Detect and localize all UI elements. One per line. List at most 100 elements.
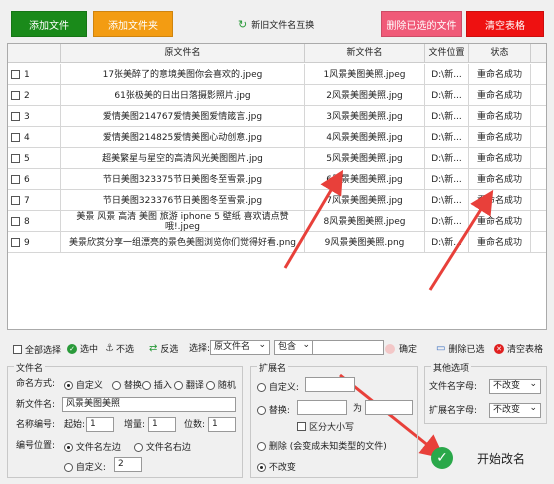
row-select-cell[interactable]: 4 <box>8 127 61 148</box>
pos-right-radio[interactable]: 文件名右边 <box>134 440 191 453</box>
row-number: 3 <box>24 111 30 122</box>
select-all-box[interactable] <box>13 345 22 354</box>
ext-keep-label: 不改变 <box>268 463 296 473</box>
pos-custom-radio[interactable]: 自定义: <box>64 460 106 473</box>
new-name-input[interactable]: 风景美图美照 <box>62 397 236 412</box>
add-folder-button[interactable]: 添加文件夹 <box>93 11 173 37</box>
row-number: 5 <box>24 153 30 164</box>
extension-group: 扩展名 自定义: 替换: 为 区分大小写 删除 (会变成未知类型的文件) 不改变 <box>250 361 418 478</box>
status-cell: 重命名成功 <box>469 211 531 232</box>
ext-case-select[interactable]: 不改变 <box>489 403 541 418</box>
pos-left-radio[interactable]: 文件名左边 <box>64 440 121 453</box>
status-cell: 重命名成功 <box>469 64 531 85</box>
add-file-button[interactable]: 添加文件 <box>11 11 87 37</box>
row-select-cell[interactable]: 7 <box>8 190 61 211</box>
select-button[interactable]: ✓ 选中 <box>67 342 98 355</box>
mode-replace-radio[interactable]: 替换 <box>112 378 142 391</box>
select-all-checkbox[interactable]: 全部选择 <box>13 343 61 356</box>
table-row[interactable]: 4 爱情美图214825爱情美图心动创意.jpg 4风景美图美照.jpg D:\新..… <box>8 127 546 148</box>
col-original-name[interactable]: 原文件名 <box>61 44 305 63</box>
table-row[interactable]: 6 节日美图323375节日美图冬至雪景.jpg 6风景美图美照.jpg D:\新..… <box>8 169 546 190</box>
start-input[interactable]: 1 <box>86 417 114 432</box>
col-location[interactable]: 文件位置 <box>425 44 469 63</box>
row-number: 6 <box>24 174 30 185</box>
original-name-cell: 美景 风景 高清 美图 旅游 iphone 5 壁纸 喜欢请点赞哦!.jpeg <box>61 211 305 232</box>
clear-table-button[interactable]: 清空表格 <box>466 11 544 37</box>
row-select-cell[interactable]: 6 <box>8 169 61 190</box>
delete-selected-button[interactable]: ▭ 删除已选 <box>436 342 484 355</box>
location-cell: D:\新... <box>425 64 469 85</box>
name-case-select[interactable]: 不改变 <box>489 379 541 394</box>
new-name-cell: 8风景美图美照.jpeg <box>305 211 425 232</box>
row-checkbox[interactable] <box>11 112 20 121</box>
case-sensitive-checkbox[interactable]: 区分大小写 <box>297 420 354 433</box>
col-new-name[interactable]: 新文件名 <box>305 44 425 63</box>
col-status[interactable]: 状态 <box>469 44 531 63</box>
row-select-cell[interactable]: 1 <box>8 64 61 85</box>
row-select-cell[interactable]: 5 <box>8 148 61 169</box>
row-select-cell[interactable]: 8 <box>8 211 61 232</box>
mode-replace-label: 替换 <box>123 381 142 391</box>
ext-delete-label: 删除 (会变成未知类型的文件) <box>268 442 387 452</box>
mode-translate-radio[interactable]: 翻译 <box>174 378 204 391</box>
delete-icon: ▭ <box>436 343 446 354</box>
mode-random-radio[interactable]: 随机 <box>206 378 236 391</box>
original-name-cell: 美景欣赏分享一组漂亮的景色美图浏览你们觉得好看.png <box>61 232 305 253</box>
table-row[interactable]: 7 节日美图323376节日美图冬至雪景.jpg 7风景美图美照.jpg D:\新..… <box>8 190 546 211</box>
ext-replace-label: 替换: <box>268 406 290 416</box>
mode-custom-radio[interactable]: 自定义 <box>64 378 103 391</box>
digits-input[interactable]: 1 <box>208 417 236 432</box>
table-row[interactable]: 3 爱情美图214767爱情美图爱情箴言.jpg 3风景美图美照.jpg D:\新..… <box>8 106 546 127</box>
step-input[interactable]: 1 <box>148 417 176 432</box>
ext-custom-radio[interactable]: 自定义: <box>257 380 299 393</box>
table-row[interactable]: 2 61张极美的日出日落摄影照片.jpg 2风景美图美照.jpg D:\新... 重命名… <box>8 85 546 106</box>
row-checkbox[interactable] <box>11 238 20 247</box>
table-row[interactable]: 1 17张美醉了的意境美图你会喜欢的.jpeg 1风景美图美照.jpeg D:\新..… <box>8 64 546 85</box>
location-cell: D:\新... <box>425 127 469 148</box>
row-select-cell[interactable]: 3 <box>8 106 61 127</box>
row-checkbox[interactable] <box>11 217 20 226</box>
row-number: 9 <box>24 237 30 248</box>
select-all-label: 全部选择 <box>25 346 62 356</box>
ext-custom-label: 自定义: <box>268 383 299 393</box>
case-sensitive-box[interactable] <box>297 422 306 431</box>
mode-insert-radio[interactable]: 插入 <box>142 378 172 391</box>
ext-replace-to-input[interactable] <box>365 400 413 415</box>
row-checkbox[interactable] <box>11 154 20 163</box>
operator-select[interactable]: 包含 <box>274 340 314 355</box>
pos-custom-input[interactable]: 2 <box>114 457 142 472</box>
ext-keep-radio[interactable]: 不改变 <box>257 460 296 473</box>
row-checkbox[interactable] <box>11 91 20 100</box>
invert-button[interactable]: ⇄ 反选 <box>149 342 178 355</box>
filename-group: 文件名 命名方式: 自定义 替换 插入 翻译 随机 新文件名: 风景美图美照 名… <box>7 361 243 478</box>
ext-delete-radio[interactable]: 删除 (会变成未知类型的文件) <box>257 439 387 452</box>
mode-insert-label: 插入 <box>153 381 172 391</box>
row-select-cell[interactable]: 2 <box>8 85 61 106</box>
row-checkbox[interactable] <box>11 133 20 142</box>
start-rename-button[interactable]: ✓ 开始改名 <box>425 438 547 478</box>
ext-replace-from-input[interactable] <box>297 400 347 415</box>
confirm-button[interactable]: 确定 <box>385 342 417 355</box>
table-row[interactable]: 9 美景欣赏分享一组漂亮的景色美图浏览你们觉得好看.png 9风景美图美照.png D… <box>8 232 546 253</box>
new-name-cell: 2风景美图美照.jpg <box>305 85 425 106</box>
file-table[interactable]: 原文件名 新文件名 文件位置 状态 1 17张美醉了的意境美图你会喜欢的.jpeg… <box>7 43 547 330</box>
delete-selected-files-button[interactable]: 删除已选的文件 <box>381 11 462 37</box>
original-name-cell: 爱情美图214825爱情美图心动创意.jpg <box>61 127 305 148</box>
ext-replace-radio[interactable]: 替换: <box>257 403 290 416</box>
ext-custom-input[interactable] <box>305 377 355 392</box>
row-checkbox[interactable] <box>11 70 20 79</box>
new-name-cell: 4风景美图美照.jpg <box>305 127 425 148</box>
table-row[interactable]: 5 超美繁星与星空的高清风光美图图片.jpg 5风景美图美照.jpg D:\新... 重… <box>8 148 546 169</box>
row-checkbox[interactable] <box>11 196 20 205</box>
table-row[interactable]: 8 美景 风景 高清 美图 旅游 iphone 5 壁纸 喜欢请点赞哦!.jpeg… <box>8 211 546 232</box>
row-checkbox[interactable] <box>11 175 20 184</box>
unselect-button[interactable]: ⚓ 不选 <box>105 342 134 355</box>
invert-icon: ⇄ <box>149 343 158 354</box>
row-select-cell[interactable]: 9 <box>8 232 61 253</box>
original-name-cell: 61张极美的日出日落摄影照片.jpg <box>61 85 305 106</box>
location-cell: D:\新... <box>425 85 469 106</box>
swap-names-button[interactable]: ↻ 新旧文件名互换 <box>238 17 314 31</box>
filter-input[interactable] <box>312 340 384 355</box>
field-select[interactable]: 原文件名 <box>210 340 270 355</box>
clear-table-small-button[interactable]: ✕ 清空表格 <box>494 342 543 355</box>
